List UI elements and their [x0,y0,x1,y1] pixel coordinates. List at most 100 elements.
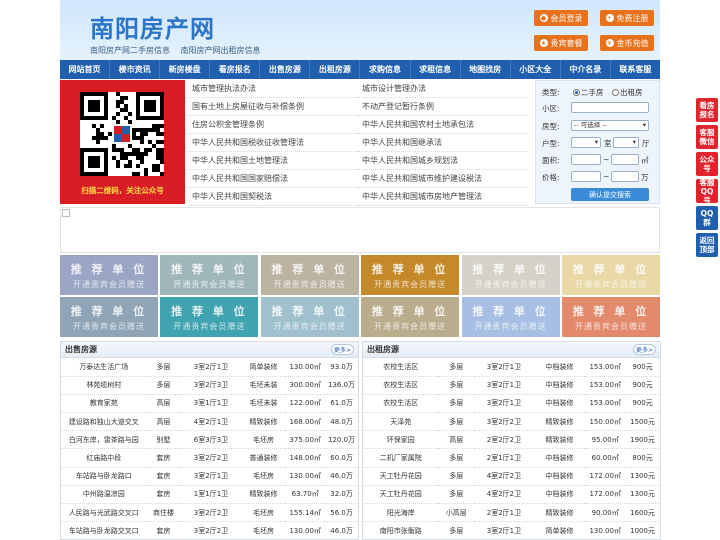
policy-link[interactable]: 住房公积金管理条例 [188,116,358,134]
table-cell[interactable]: 农校生活区 [363,394,439,414]
nav-item-6[interactable]: 求购信息 [360,60,411,79]
policy-link[interactable]: 中华人民共和国继承法 [358,134,528,152]
table-cell[interactable]: 天工牡丹花园 [363,467,439,486]
table-cell[interactable]: 环保家园 [363,430,439,450]
table-row[interactable]: 人民路与光武路交叉口 商住楼 3室2厅2卫 毛坯房 155.14㎡ 56.0万 [61,503,358,523]
nav-item-4[interactable]: 出售房源 [260,60,311,79]
vip-package-button[interactable]: ★ 贵宾套餐 [534,35,588,51]
register-button[interactable]: + 免费注册 [600,10,654,26]
area-min-input[interactable] [571,154,601,165]
table-cell[interactable]: 中州路温凉园 [61,485,147,505]
table-row[interactable]: 万泰达生活广场 多层 3室2厅1卫 简单装修 130.00㎡ 93.0万 [61,358,358,377]
table-row[interactable]: 红庙路中段 套房 3室2厅2卫 普通装修 148.00㎡ 60.0万 [61,448,358,468]
policy-link[interactable]: 国有土地上房屋征收与补偿条例 [188,98,358,116]
recommended-unit-slot[interactable]: 推 荐 单 位开通贵宾会员赠送 [461,255,560,295]
side-float-item[interactable]: 客服QQ号 [696,178,718,205]
policy-link[interactable]: 中华人民共和国城市维护建设税法 [358,170,528,188]
table-cell[interactable]: 农校生活区 [363,358,439,377]
nav-item-3[interactable]: 看房报名 [210,60,261,79]
nav-item-11[interactable]: 联系客服 [611,60,660,79]
banner-image[interactable] [60,207,660,253]
table-row[interactable]: 林苑缆树村 多层 3室2厅3卫 毛坯未装 300.00㎡ 136.0万 [61,376,358,395]
recommended-unit-slot[interactable]: 推 荐 单 位开通贵宾会员赠送 [361,297,460,337]
table-row[interactable]: 中州路温凉园 套房 1室1厅1卫 精致装修 63.70㎡ 32.0万 [61,485,358,505]
table-cell[interactable]: 万泰达生活广场 [61,358,147,377]
rent-more-link[interactable]: 更多> [632,344,656,355]
recommended-unit-slot[interactable]: 推 荐 单 位开通贵宾会员赠送 [260,255,359,295]
nav-item-1[interactable]: 楼市资讯 [110,60,161,79]
table-cell[interactable]: 天工牡丹花园 [363,485,439,505]
tagline-secondhand[interactable]: 南阳房产网二手房信息 [90,46,170,55]
table-row[interactable]: 车站路与卧龙路口 套房 3室2厅1卫 毛坯房 130.00㎡ 46.0万 [61,467,358,486]
recommended-unit-slot[interactable]: 推 荐 单 位开通贵宾会员赠送 [60,255,158,295]
side-float-item[interactable]: QQ群 [696,206,718,230]
policy-link[interactable]: 中华人民共和国城乡规划法 [358,152,528,170]
policy-link[interactable]: 中华人民共和国城市房地产管理法 [358,188,528,206]
table-cell[interactable]: 天泽苑 [363,412,439,432]
nav-item-10[interactable]: 中介名录 [561,60,611,79]
recommended-unit-slot[interactable]: 推 荐 单 位开通贵宾会员赠送 [561,297,660,337]
table-row[interactable]: 二机厂家属院 多层 2室1厅1卫 中档装修 60.00㎡ 800元 [363,448,660,468]
side-float-item[interactable]: 公众号 [696,152,718,176]
house-type-select[interactable]: -- 可选择 -- ▾ [571,120,649,131]
sale-more-link[interactable]: 更多> [330,344,354,355]
table-cell[interactable]: 建设路和独山大道交叉 [61,412,147,432]
recommended-unit-slot[interactable]: 推 荐 单 位开通贵宾会员赠送 [461,297,560,337]
recommended-unit-slot[interactable]: 推 荐 单 位开通贵宾会员赠送 [60,297,158,337]
search-submit-button[interactable]: 确认提交搜索 [571,188,649,201]
table-cell[interactable]: 白河东岸，雷茶路与园 [61,430,147,450]
room-select[interactable]: ▾ [571,137,601,148]
table-row[interactable]: 天工牡丹花园 多层 4室2厅2卫 中档装修 172.00㎡ 1300元 [363,467,660,486]
table-cell[interactable]: 车站路与卧龙路交叉口 [61,521,147,540]
nav-item-7[interactable]: 求租信息 [411,60,461,79]
table-row[interactable]: 农校生活区 多层 3室2厅1卫 中档装修 153.00㎡ 900元 [363,394,660,414]
recommended-unit-slot[interactable]: 推 荐 单 位开通贵宾会员赠送 [561,255,660,295]
policy-link[interactable]: 城市管理执法办法 [188,80,358,98]
policy-link[interactable]: 不动产登记暂行条例 [358,98,528,116]
table-row[interactable]: 教育家苑 高层 3室1厅1卫 毛坯未装 122.00㎡ 61.0万 [61,394,358,414]
recommended-unit-slot[interactable]: 推 荐 单 位开通贵宾会员赠送 [260,297,359,337]
site-logo[interactable]: 南阳房产网 [90,9,215,44]
table-cell[interactable]: 教育家苑 [61,394,147,414]
table-row[interactable]: 天工牡丹花园 多层 4室2厅2卫 中档装修 172.00㎡ 1300元 [363,485,660,505]
nav-item-2[interactable]: 新房楼盘 [160,60,211,79]
nav-item-9[interactable]: 小区大全 [511,60,561,79]
type-radio-rent[interactable]: 出租房 [612,87,643,98]
table-cell[interactable]: 人民路与光武路交叉口 [61,503,147,523]
table-row[interactable]: 天泽苑 多层 3室2厅2卫 精致装修 150.00㎡ 1500元 [363,412,660,432]
policy-link[interactable]: 中华人民共和国契税法 [188,188,358,206]
recommended-unit-slot[interactable]: 推 荐 单 位开通贵宾会员赠送 [160,297,259,337]
policy-link[interactable]: 中华人民共和国农村土地承包法 [358,116,528,134]
nav-item-0[interactable]: 网站首页 [60,60,111,79]
policy-link[interactable]: 城市设计管理办法 [358,80,528,98]
table-cell[interactable]: 林苑缆树村 [61,376,147,395]
hall-select[interactable]: ▾ [613,137,639,148]
table-row[interactable]: 农校生活区 多层 3室2厅1卫 中档装修 153.00㎡ 900元 [363,376,660,395]
policy-link[interactable]: 中华人民共和国土地管理法 [188,152,358,170]
price-max-input[interactable] [611,171,639,182]
table-row[interactable]: 阳光海岸 小高层 2室2厅1卫 精致装修 90.00㎡ 1600元 [363,503,660,523]
login-button[interactable]: ● 会员登录 [534,10,588,26]
table-row[interactable]: 南阳市张衡路 多层 3室2厅1卫 简单装修 130.00㎡ 1000元 [363,521,660,540]
recommended-unit-slot[interactable]: 推 荐 单 位开通贵宾会员赠送 [160,255,259,295]
table-row[interactable]: 车站路与卧龙路交叉口 套房 3室2厅2卫 毛坯房 130.00㎡ 46.0万 [61,521,358,540]
area-max-input[interactable] [611,154,639,165]
policy-link[interactable]: 中华人民共和国税收征收管理法 [188,134,358,152]
table-cell[interactable]: 红庙路中段 [61,448,147,468]
type-radio-secondhand[interactable]: 二手房 [573,87,604,98]
policy-link[interactable]: 中华人民共和国国家赔偿法 [188,170,358,188]
price-min-input[interactable] [571,171,601,182]
side-float-item[interactable]: 客服微信 [696,125,718,149]
side-float-item[interactable]: 返回顶部 [696,233,718,257]
table-cell[interactable]: 南阳市张衡路 [363,521,439,540]
table-row[interactable]: 白河东岸，雷茶路与园 别墅 6室3厅3卫 毛坯房 375.00㎡ 120.0万 [61,430,358,450]
table-cell[interactable]: 农校生活区 [363,376,439,395]
side-float-item[interactable]: 看房报名 [696,98,718,122]
table-row[interactable]: 农校生活区 多层 3室2厅1卫 中档装修 153.00㎡ 900元 [363,358,660,377]
district-input[interactable] [571,102,649,113]
nav-item-8[interactable]: 地图找房 [461,60,511,79]
table-row[interactable]: 环保家园 高层 2室2厅2卫 精致装修 95.00㎡ 1900元 [363,430,660,450]
table-cell[interactable]: 二机厂家属院 [363,448,439,468]
nav-item-5[interactable]: 出租房源 [310,60,361,79]
table-row[interactable]: 建设路和独山大道交叉 高层 4室2厅1卫 精致装修 168.00㎡ 48.0万 [61,412,358,432]
